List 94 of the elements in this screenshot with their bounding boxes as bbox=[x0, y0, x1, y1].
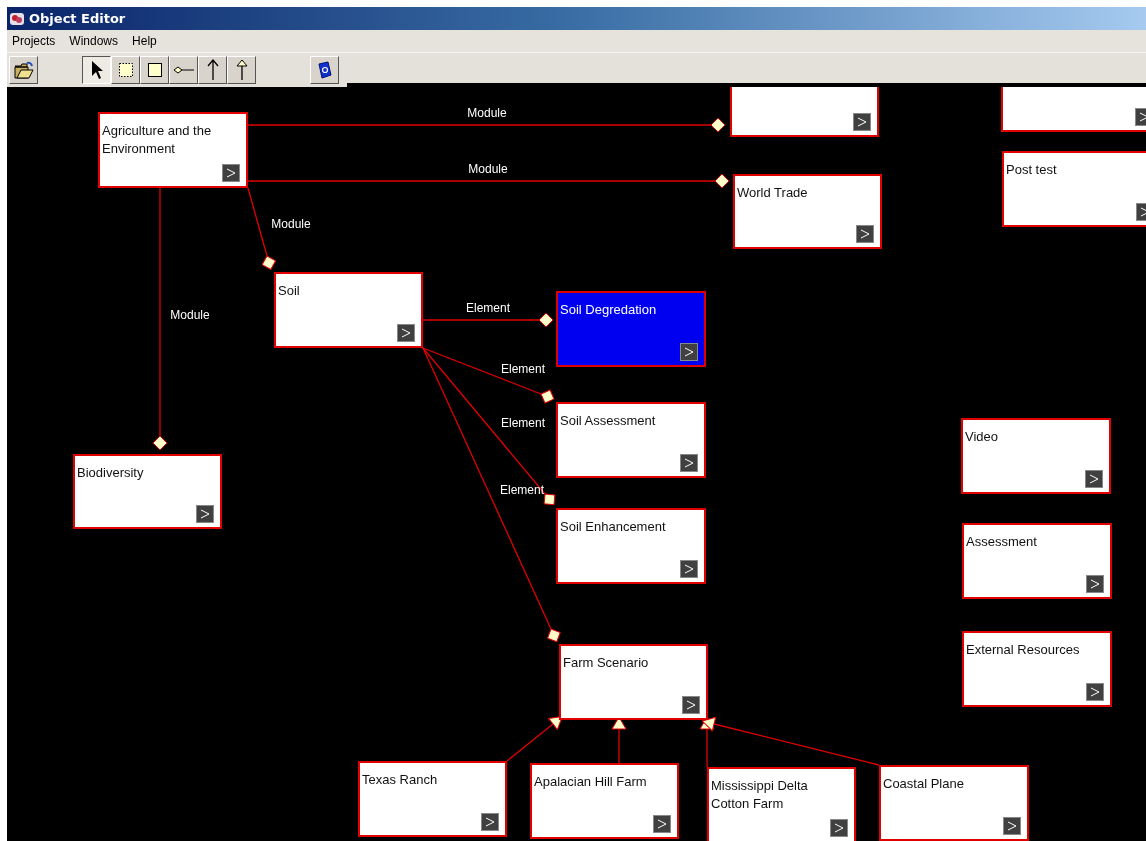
chevron-icon bbox=[684, 347, 694, 357]
expand-button[interactable] bbox=[196, 505, 214, 523]
expand-button[interactable] bbox=[653, 815, 671, 833]
diagram-node[interactable]: Biodiversity bbox=[73, 454, 222, 529]
diagram-node[interactable]: Apalacian Hill Farm bbox=[530, 763, 679, 839]
expand-button[interactable] bbox=[1086, 575, 1104, 593]
chevron-icon bbox=[1090, 687, 1100, 697]
node-label: Post test bbox=[1006, 161, 1058, 179]
chevron-icon bbox=[834, 823, 844, 833]
node-label: Soil Degredation bbox=[560, 301, 658, 319]
diagram-node[interactable]: Coastal Plane bbox=[879, 765, 1029, 841]
connector[interactable] bbox=[422, 347, 561, 643]
expand-button[interactable] bbox=[397, 324, 415, 342]
expand-button[interactable] bbox=[222, 164, 240, 182]
expand-button[interactable] bbox=[481, 813, 499, 831]
diagram-node[interactable]: World Trade bbox=[733, 174, 882, 249]
diagram-node[interactable]: Texas Ranch bbox=[358, 761, 507, 837]
open-button[interactable] bbox=[9, 56, 38, 84]
node-label: Soil Enhancement bbox=[560, 518, 667, 536]
menu-item[interactable]: Help bbox=[132, 34, 157, 48]
chevron-icon bbox=[684, 564, 694, 574]
connector-label: Element bbox=[501, 362, 545, 376]
diagram-node[interactable]: Assessment bbox=[962, 523, 1112, 599]
expand-button[interactable] bbox=[856, 225, 874, 243]
node-label: Biodiversity bbox=[77, 464, 145, 482]
connector-label: Element bbox=[466, 301, 510, 315]
chevron-icon bbox=[686, 700, 696, 710]
window-title: Object Editor bbox=[29, 11, 126, 26]
expand-button[interactable] bbox=[1003, 817, 1021, 835]
node-label: Soil Assessment bbox=[560, 412, 657, 430]
connector-label: Module bbox=[271, 217, 311, 231]
connector-label: Module bbox=[170, 308, 210, 322]
node-label: Soil bbox=[278, 282, 301, 300]
up-arrow-icon bbox=[206, 59, 219, 81]
diagram-node[interactable]: Agriculture and the Environment bbox=[98, 112, 248, 188]
tool-button[interactable] bbox=[82, 56, 111, 84]
diagram-node[interactable]: Soil Degredation bbox=[556, 291, 706, 367]
node-label: Coastal Plane bbox=[883, 775, 965, 793]
node-label: Farm Scenario bbox=[563, 654, 650, 672]
connector-label: Module bbox=[467, 106, 507, 120]
expand-button[interactable] bbox=[853, 113, 871, 131]
chevron-icon bbox=[657, 819, 667, 829]
diagram-node[interactable]: Mississippi Delta Cotton Farm bbox=[707, 767, 856, 841]
connector[interactable] bbox=[422, 312, 554, 328]
dotted-rectangle-icon bbox=[117, 62, 134, 78]
node-label: Texas Ranch bbox=[362, 771, 439, 789]
diagram-node[interactable]: Post test bbox=[1002, 151, 1146, 227]
pointer-icon bbox=[89, 60, 104, 80]
diamond-line-icon bbox=[172, 65, 195, 75]
connector-label: Module bbox=[468, 162, 508, 176]
connector-label: Element bbox=[501, 416, 545, 430]
rectangle-icon bbox=[146, 62, 163, 78]
chevron-icon bbox=[401, 328, 411, 338]
expand-button[interactable] bbox=[682, 696, 700, 714]
diagram-node[interactable]: Soil bbox=[274, 272, 423, 348]
chevron-icon bbox=[857, 117, 867, 127]
diagram-node[interactable]: External Resources bbox=[962, 631, 1112, 707]
node-label: Apalacian Hill Farm bbox=[534, 773, 648, 791]
chevron-icon bbox=[200, 509, 210, 519]
diagram-node[interactable]: Soil Assessment bbox=[556, 402, 706, 478]
chevron-icon bbox=[860, 229, 870, 239]
diagram-node[interactable]: Farm Scenario bbox=[559, 644, 708, 720]
connector[interactable] bbox=[422, 347, 555, 404]
menu-item[interactable]: Projects bbox=[12, 34, 56, 48]
chevron-icon bbox=[1089, 474, 1099, 484]
menu-item[interactable]: Windows bbox=[69, 34, 119, 48]
connector-label: Element bbox=[500, 483, 544, 497]
node-label: Assessment bbox=[966, 533, 1038, 551]
connector[interactable] bbox=[506, 716, 563, 762]
expand-button[interactable] bbox=[830, 819, 848, 837]
node-label: External Resources bbox=[966, 641, 1081, 659]
node-label: Video bbox=[965, 428, 999, 446]
triangle-arrow-icon bbox=[235, 59, 248, 81]
node-label: Mississippi Delta Cotton Farm bbox=[711, 777, 809, 813]
chevron-icon bbox=[1090, 579, 1100, 589]
help-button[interactable] bbox=[310, 56, 339, 84]
diagram-node[interactable]: Video bbox=[961, 418, 1111, 494]
chevron-icon bbox=[1007, 821, 1017, 831]
chevron-icon bbox=[226, 168, 236, 178]
app-icon bbox=[9, 10, 25, 27]
expand-button[interactable] bbox=[1085, 470, 1103, 488]
diagram-node[interactable]: Soil Enhancement bbox=[556, 508, 706, 584]
folder-icon bbox=[13, 61, 34, 79]
node-label: Agriculture and the Environment bbox=[102, 122, 213, 158]
expand-button[interactable] bbox=[680, 343, 698, 361]
connector[interactable] bbox=[422, 347, 556, 506]
chevron-icon bbox=[1139, 112, 1146, 122]
node-label: World Trade bbox=[737, 184, 809, 202]
chevron-icon bbox=[485, 817, 495, 827]
expand-button[interactable] bbox=[680, 454, 698, 472]
chevron-icon bbox=[684, 458, 694, 468]
help-book-icon bbox=[316, 61, 333, 79]
expand-button[interactable] bbox=[680, 560, 698, 578]
expand-button[interactable] bbox=[1086, 683, 1104, 701]
